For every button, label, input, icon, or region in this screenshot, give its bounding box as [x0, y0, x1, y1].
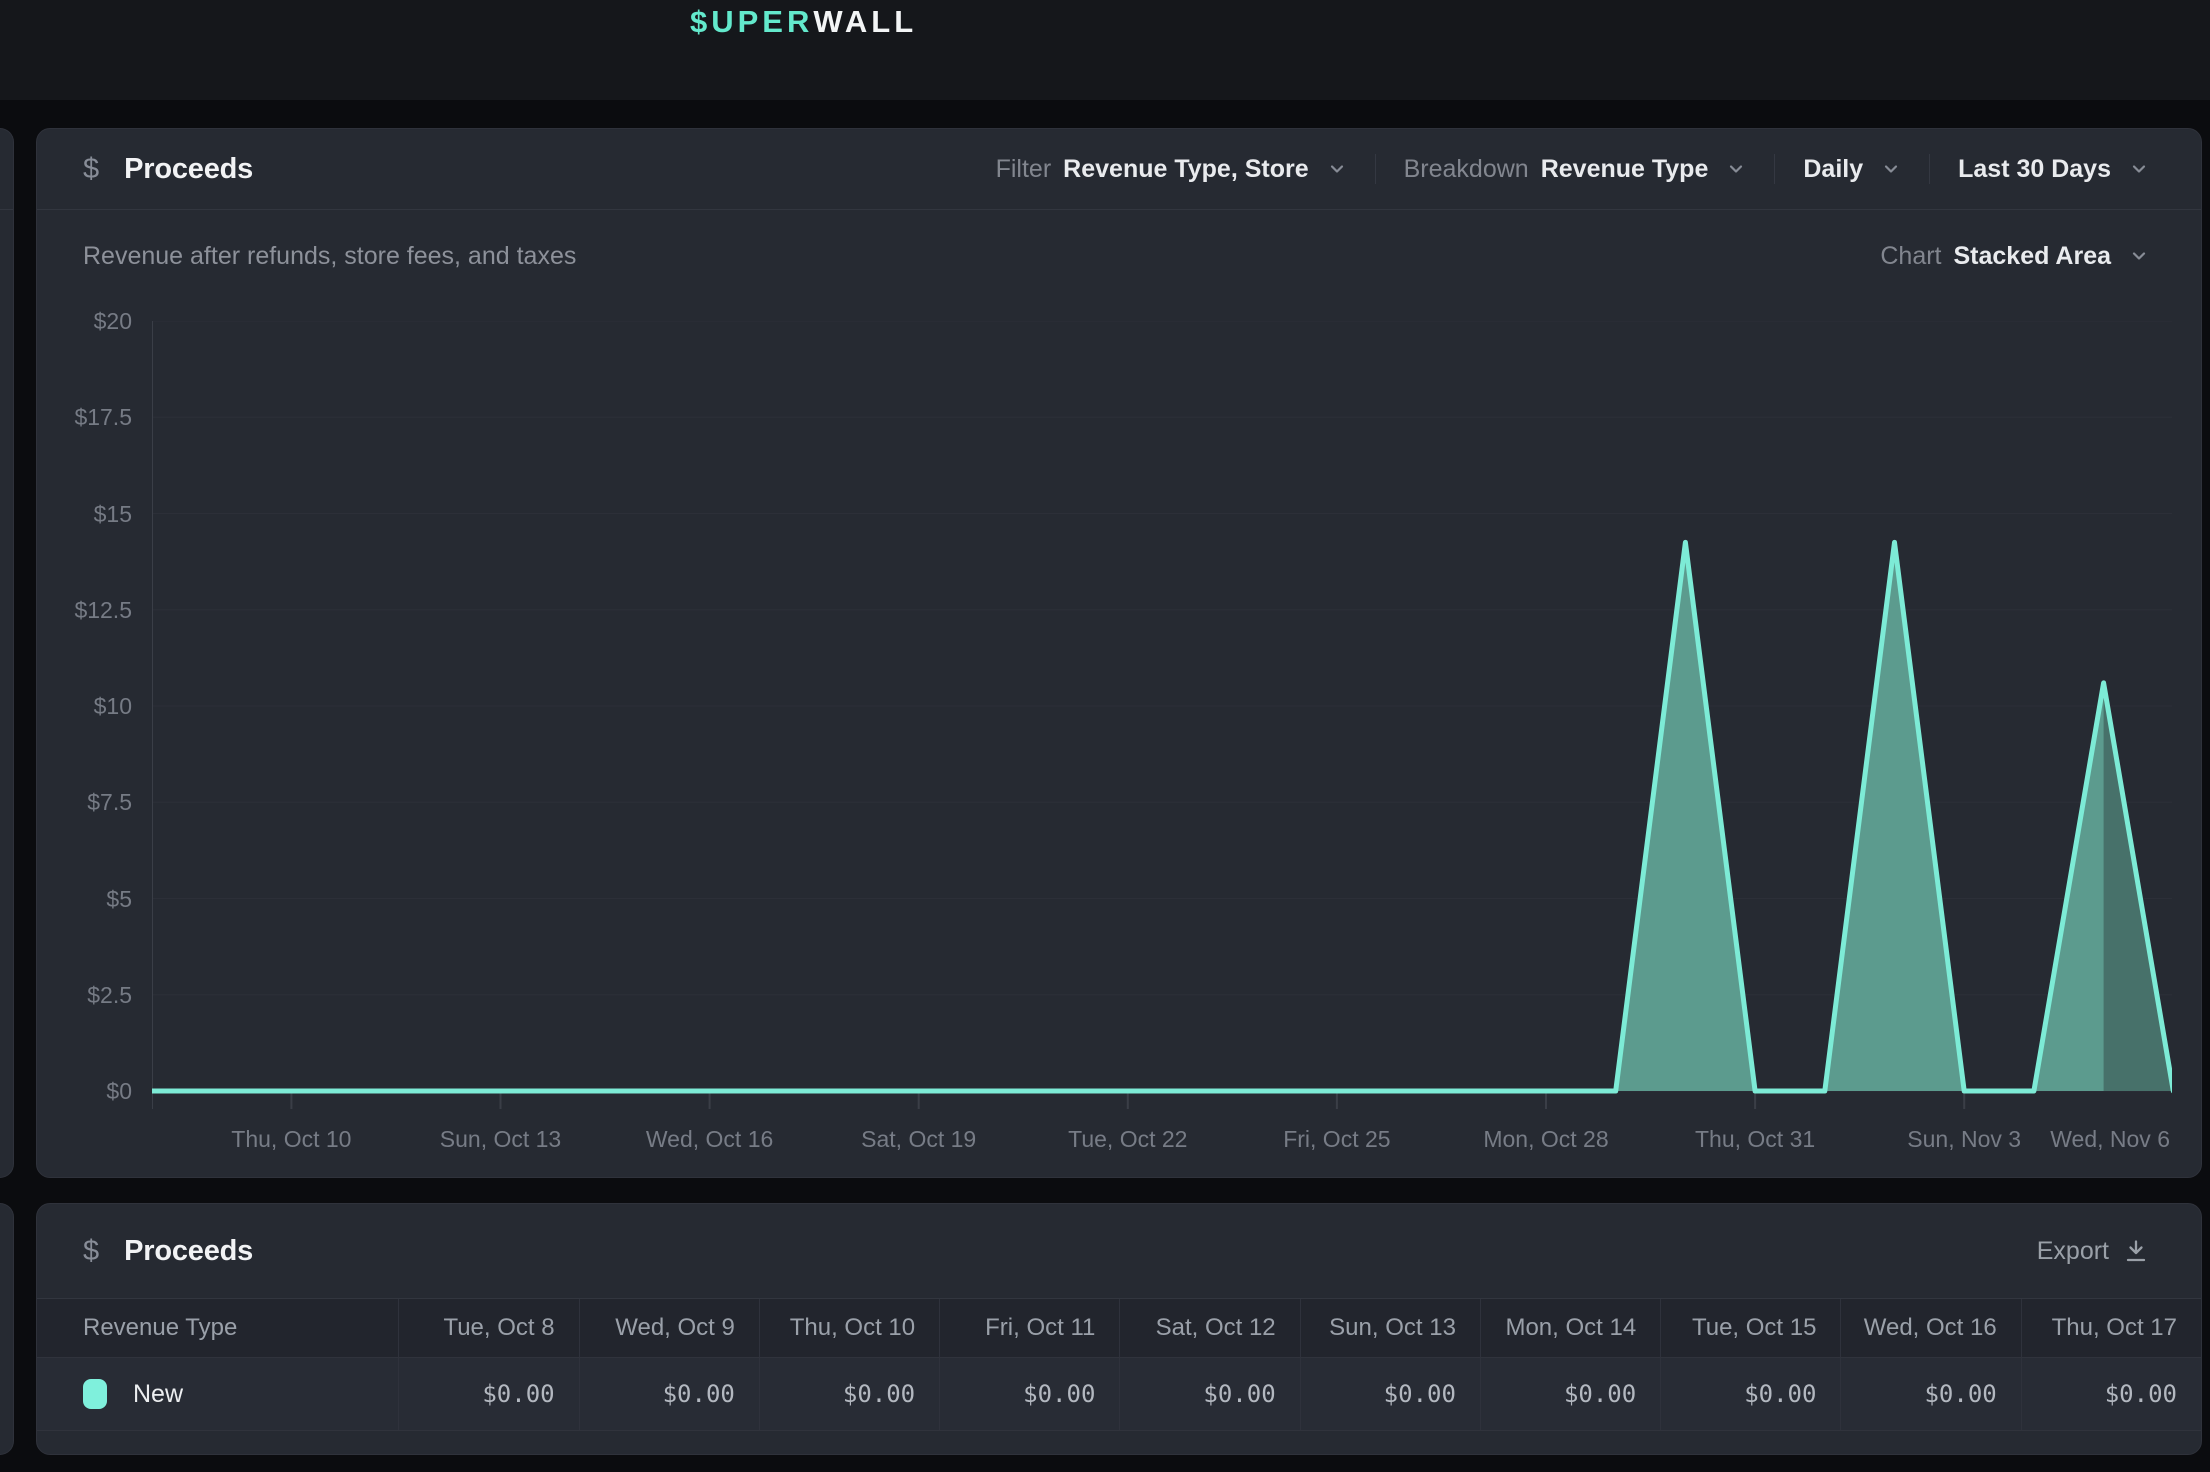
export-button[interactable]: Export	[2037, 1237, 2149, 1266]
breakdown-value: Revenue Type	[1541, 155, 1709, 184]
column-header: Tue, Oct 15	[1660, 1299, 1840, 1357]
y-axis-label: $2.5	[62, 980, 132, 1010]
top-bar	[0, 0, 2210, 100]
proceeds-chart-panel: $ Proceeds Filter Revenue Type, Store Br…	[36, 128, 2202, 1178]
series-color-swatch	[83, 1379, 107, 1409]
filter-dropdown[interactable]: Filter Revenue Type, Store	[996, 155, 1347, 184]
table-header-row: Revenue TypeTue, Oct 8Wed, Oct 9Thu, Oct…	[37, 1299, 2201, 1357]
date-range-dropdown[interactable]: Last 30 Days	[1958, 155, 2149, 184]
divider	[1929, 154, 1930, 184]
filter-label: Filter	[996, 155, 1052, 184]
column-header: Revenue Type	[37, 1299, 398, 1357]
chart-type-dropdown[interactable]: Chart Stacked Area	[1880, 242, 2149, 271]
value-cell: $0.00	[398, 1358, 578, 1430]
chevron-down-icon	[1881, 159, 1901, 179]
x-axis-label: Sat, Oct 19	[861, 1121, 976, 1157]
column-header: Sat, Oct 12	[1119, 1299, 1299, 1357]
breakdown-dropdown[interactable]: Breakdown Revenue Type	[1404, 155, 1747, 184]
value-cell: $0.00	[1480, 1358, 1660, 1430]
y-axis-label: $7.5	[62, 787, 132, 817]
page-title: Proceeds	[124, 153, 253, 186]
column-header: Mon, Oct 14	[1480, 1299, 1660, 1357]
proceeds-table-panel: $ Proceeds Export Revenue TypeTue, Oct 8…	[36, 1203, 2202, 1455]
y-axis-label: $15	[62, 499, 132, 529]
revenue-type-cell: New	[37, 1358, 398, 1430]
y-axis-label: $17.5	[62, 402, 132, 432]
x-axis-label: Thu, Oct 10	[231, 1121, 351, 1157]
y-axis-label: $20	[62, 306, 132, 336]
left-panel-edge	[0, 128, 14, 1178]
granularity-value: Daily	[1803, 155, 1863, 184]
proceeds-stacked-area-chart[interactable]	[152, 321, 2172, 1111]
y-axis-label: $0	[62, 1076, 132, 1106]
value-cell: $0.00	[1660, 1358, 1840, 1430]
column-header: Sun, Oct 13	[1300, 1299, 1480, 1357]
y-axis-label: $12.5	[62, 595, 132, 625]
value-cell: $0.00	[759, 1358, 939, 1430]
column-header: Wed, Oct 9	[579, 1299, 759, 1357]
divider	[1375, 154, 1376, 184]
download-icon	[2123, 1238, 2149, 1264]
x-axis-label: Wed, Nov 6	[2050, 1121, 2170, 1157]
dollar-icon: $	[83, 153, 99, 186]
chevron-down-icon	[2129, 246, 2149, 266]
y-axis-label: $5	[62, 884, 132, 914]
x-axis-label: Fri, Oct 25	[1283, 1121, 1390, 1157]
table-title: Proceeds	[124, 1235, 253, 1268]
export-label: Export	[2037, 1237, 2109, 1266]
y-axis-label: $10	[62, 691, 132, 721]
divider	[1774, 154, 1775, 184]
granularity-dropdown[interactable]: Daily	[1803, 155, 1901, 184]
divider	[0, 209, 13, 210]
chevron-down-icon	[2129, 159, 2149, 179]
x-axis-label: Wed, Oct 16	[646, 1121, 773, 1157]
breakdown-label: Breakdown	[1404, 155, 1529, 184]
chevron-down-icon	[1726, 159, 1746, 179]
chart-type-value: Stacked Area	[1954, 242, 2112, 271]
x-axis-label: Mon, Oct 28	[1483, 1121, 1608, 1157]
column-header: Thu, Oct 17	[2021, 1299, 2201, 1357]
filter-value: Revenue Type, Store	[1063, 155, 1308, 184]
value-cell: $0.00	[2021, 1358, 2201, 1430]
logo-text: WALL	[813, 4, 917, 40]
column-header: Thu, Oct 10	[759, 1299, 939, 1357]
column-header: Tue, Oct 8	[398, 1299, 578, 1357]
row-label: New	[133, 1380, 183, 1409]
chevron-down-icon	[1327, 159, 1347, 179]
value-cell: $0.00	[1300, 1358, 1480, 1430]
superwall-logo[interactable]: $UPERWALL	[690, 0, 917, 44]
logo-text-accent: $UPER	[690, 4, 813, 40]
chart-subtitle: Revenue after refunds, store fees, and t…	[83, 242, 576, 271]
x-axis-label: Sun, Nov 3	[1907, 1121, 2021, 1157]
date-range-value: Last 30 Days	[1958, 155, 2111, 184]
chart-panel-header: $ Proceeds Filter Revenue Type, Store Br…	[37, 129, 2201, 209]
left-panel-edge-bottom	[0, 1203, 14, 1455]
column-header: Fri, Oct 11	[939, 1299, 1119, 1357]
x-axis-label: Tue, Oct 22	[1068, 1121, 1187, 1157]
table-row: New $0.00$0.00$0.00$0.00$0.00$0.00$0.00$…	[37, 1357, 2201, 1431]
column-header: Wed, Oct 16	[1840, 1299, 2020, 1357]
x-axis-label: Thu, Oct 31	[1695, 1121, 1815, 1157]
value-cell: $0.00	[1119, 1358, 1299, 1430]
x-axis-label: Sun, Oct 13	[440, 1121, 561, 1157]
value-cell: $0.00	[579, 1358, 759, 1430]
dollar-icon: $	[83, 1235, 99, 1268]
value-cell: $0.00	[1840, 1358, 2020, 1430]
value-cell: $0.00	[939, 1358, 1119, 1430]
chart-type-label: Chart	[1880, 242, 1941, 271]
